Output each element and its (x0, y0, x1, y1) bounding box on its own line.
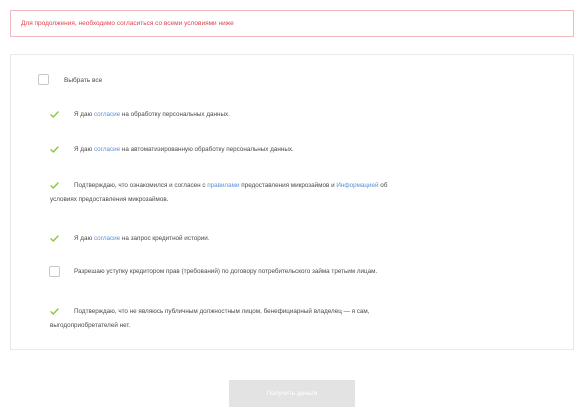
rules-text-prefix: Подтверждаю, что ознакомился и согласен … (74, 182, 208, 189)
public-official-declaration-checkbox[interactable] (49, 306, 60, 317)
credit-history-consent-text: Я даю согласие на запрос кредитной истор… (74, 233, 210, 244)
consent-personal-data-checkbox[interactable] (49, 109, 60, 120)
rights-assignment-text: Разрешаю уступку кредитором прав (требов… (74, 268, 378, 275)
consent-text-suffix: на запрос кредитной истории. (120, 235, 210, 242)
checkmark-icon (50, 235, 59, 242)
consent-text-suffix: на автоматизированную обработку персонал… (120, 146, 294, 153)
checkmark-icon (50, 182, 59, 189)
consent-link[interactable]: согласие (94, 235, 120, 242)
consent-link[interactable]: согласие (94, 146, 120, 153)
rules-text-middle: предоставления микрозаймов и (239, 182, 337, 189)
information-link[interactable]: Информацией (336, 182, 378, 189)
consent-link[interactable]: согласие (94, 111, 120, 118)
public-official-declaration-line2: выгодоприобретателей нет. (50, 322, 131, 329)
consent-automated-processing-text: Я даю согласие на автоматизированную обр… (74, 144, 294, 155)
checkmark-icon (50, 146, 59, 153)
consent-text-suffix: на обработку персональных данных. (120, 111, 230, 118)
consent-text-prefix: Я даю (74, 146, 94, 153)
consent-required-alert: Для продолжения, необходимо согласиться … (10, 10, 574, 37)
rules-acknowledgement-checkbox[interactable] (49, 180, 60, 191)
checkmark-icon (50, 111, 59, 118)
public-official-declaration-line1: Подтверждаю, что не являюсь публичным до… (74, 308, 370, 315)
rules-text-suffix: об (378, 182, 388, 189)
get-money-button[interactable]: Получить деньги (229, 380, 355, 407)
select-all-label: Выбрать все (64, 77, 103, 84)
consent-automated-processing-checkbox[interactable] (49, 144, 60, 155)
checkmark-icon (50, 308, 59, 315)
rules-acknowledgement-line2: условиях предоставления микрозаймов. (50, 196, 169, 203)
rules-link[interactable]: правилами (207, 182, 239, 189)
alert-text: Для продолжения, необходимо согласиться … (21, 20, 234, 27)
consent-personal-data-text: Я даю согласие на обработку персональных… (74, 109, 230, 120)
rights-assignment-checkbox[interactable] (49, 266, 60, 277)
credit-history-consent-checkbox[interactable] (49, 233, 60, 244)
select-all-checkbox[interactable] (38, 74, 49, 85)
consent-text-prefix: Я даю (74, 235, 94, 242)
get-money-button-label: Получить деньги (266, 390, 318, 397)
rules-acknowledgement-line1: Подтверждаю, что ознакомился и согласен … (74, 180, 387, 191)
consent-text-prefix: Я даю (74, 111, 94, 118)
